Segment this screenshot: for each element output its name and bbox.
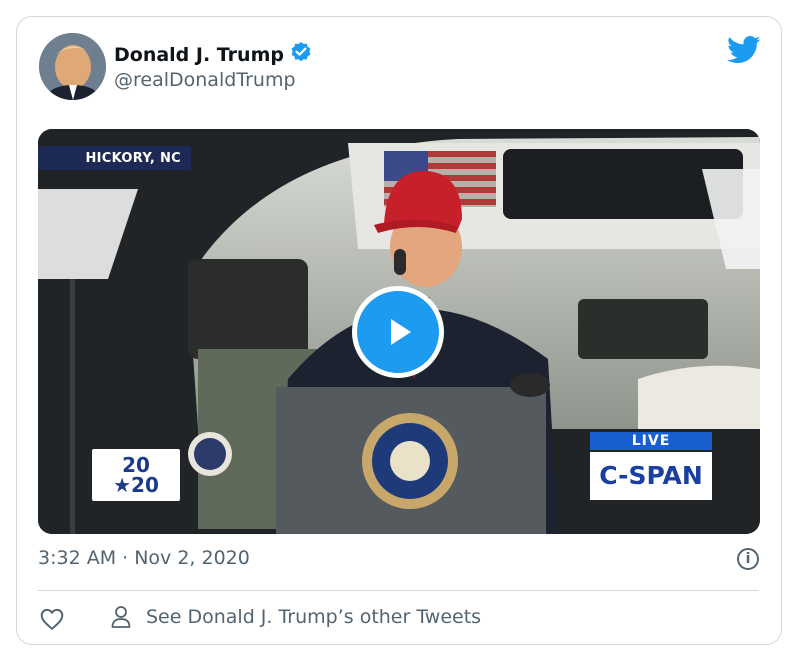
author-name-text: Donald J. Trump [114,43,284,66]
info-icon[interactable]: i [737,548,759,570]
avatar[interactable] [39,33,106,100]
author-name[interactable]: Donald J. Trump [114,41,312,68]
logo-text-top: 20 [122,453,150,477]
election-2020-logo: 20 ★20 [92,449,180,501]
verified-badge-icon [290,41,312,68]
logo-text-bottom: ★20 [113,473,159,497]
heart-icon[interactable] [39,606,65,632]
author-handle[interactable]: @realDonaldTrump [114,69,296,91]
video-player[interactable]: HICKORY, NC 20 ★20 LIVE C-SPAN [38,129,760,534]
location-label: HICKORY, NC [38,146,191,170]
play-icon [391,319,411,345]
cspan-bug: LIVE C-SPAN [590,432,712,500]
divider [38,590,759,591]
twitter-bird-icon[interactable] [727,35,761,65]
other-tweets-label: See Donald J. Trump’s other Tweets [146,606,482,628]
tweet-card: Donald J. Trump @realDonaldTrump HICKORY… [16,16,782,645]
other-tweets-link[interactable]: See Donald J. Trump’s other Tweets [110,605,481,629]
person-icon [111,606,131,628]
tweet-timestamp[interactable]: 3:32 AM · Nov 2, 2020 [38,547,250,569]
network-label: C-SPAN [590,452,712,500]
live-label: LIVE [590,432,712,450]
play-button[interactable] [352,286,444,378]
